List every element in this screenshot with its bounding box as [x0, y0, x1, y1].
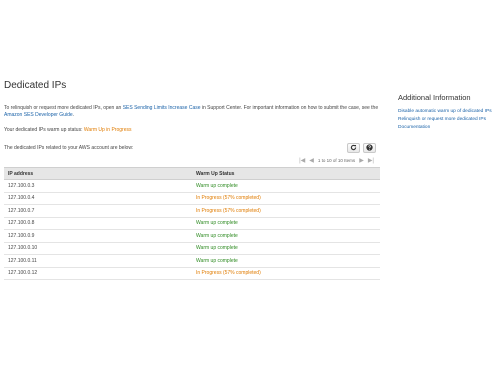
- refresh-button[interactable]: [347, 142, 360, 153]
- warmup-status-value: Warm Up in Progress: [83, 127, 132, 133]
- help-icon: [366, 144, 373, 151]
- warmup-status-label: Your dedicated IPs warm up status:: [4, 127, 83, 133]
- table-row[interactable]: 127.100.0.4 In Progress (57% completed): [4, 192, 380, 205]
- pagination: |◀ ◀ 1 to 10 of 10 Items ▶ ▶|: [4, 154, 380, 167]
- table-row[interactable]: 127.100.0.9 Warm up complete: [4, 229, 380, 243]
- warmup-status-cell: Warm up complete: [196, 254, 380, 268]
- ip-address-column-header[interactable]: IP address: [4, 167, 196, 180]
- last-page-button[interactable]: ▶|: [368, 157, 374, 164]
- warmup-status-cell: Warm up complete: [196, 179, 380, 193]
- table-row[interactable]: 127.100.0.3 Warm up complete: [4, 179, 380, 193]
- warmup-status-cell: In Progress (57% completed): [196, 204, 380, 218]
- main-content: Dedicated IPs To relinquish or request m…: [4, 80, 380, 280]
- list-description: The dedicated IPs related to your AWS ac…: [4, 144, 134, 151]
- ip-address-cell: 127.100.0.4: [4, 192, 196, 205]
- refresh-icon: [350, 144, 357, 151]
- additional-information-panel: Additional Information Disable automatic…: [398, 93, 498, 132]
- intro-prefix: To relinquish or request more dedicated …: [4, 105, 122, 111]
- prev-page-button[interactable]: ◀: [309, 157, 314, 164]
- ip-address-cell: 127.100.0.7: [4, 204, 196, 218]
- sidebar-title: Additional Information: [398, 93, 471, 102]
- next-page-button[interactable]: ▶: [359, 157, 364, 164]
- dedicated-ips-table: IP address Warm Up Status 127.100.0.3 Wa…: [4, 167, 380, 280]
- documentation-link[interactable]: Documentation: [398, 124, 498, 132]
- help-button[interactable]: [363, 142, 376, 153]
- list-header-row: The dedicated IPs related to your AWS ac…: [4, 141, 380, 154]
- ip-address-cell: 127.100.0.8: [4, 217, 196, 230]
- warmup-status-column-header[interactable]: Warm Up Status: [196, 167, 380, 180]
- table-row[interactable]: 127.100.0.7 In Progress (57% completed): [4, 204, 380, 218]
- intro-middle: in Support Center. For important informa…: [201, 105, 379, 111]
- warmup-status-cell: Warm up complete: [196, 242, 380, 255]
- disable-warmup-link[interactable]: Disable automatic warm up of dedicated I…: [398, 108, 498, 116]
- intro-text: To relinquish or request more dedicated …: [4, 105, 380, 119]
- warmup-status-cell: In Progress (57% completed): [196, 192, 380, 205]
- developer-guide-link[interactable]: Amazon SES Developer Guide: [4, 112, 73, 118]
- ip-address-cell: 127.100.0.10: [4, 242, 196, 255]
- table-actions: [344, 142, 380, 153]
- ip-address-cell: 127.100.0.11: [4, 254, 196, 268]
- page-title: Dedicated IPs: [4, 80, 67, 91]
- table-header-row: IP address Warm Up Status: [4, 167, 380, 180]
- table-row[interactable]: 127.100.0.10 Warm up complete: [4, 242, 380, 255]
- sending-limits-case-link[interactable]: SES Sending Limits Increase Case: [123, 105, 201, 111]
- warmup-status: Your dedicated IPs warm up status: Warm …: [4, 127, 380, 133]
- table-row[interactable]: 127.100.0.8 Warm up complete: [4, 217, 380, 230]
- intro-suffix: .: [72, 112, 75, 118]
- warmup-status-cell: Warm up complete: [196, 229, 380, 243]
- warmup-status-cell: In Progress (57% completed): [196, 267, 380, 280]
- first-page-button[interactable]: |◀: [299, 157, 305, 164]
- ip-address-cell: 127.100.0.9: [4, 229, 196, 243]
- ip-address-cell: 127.100.0.3: [4, 179, 196, 193]
- table-row[interactable]: 127.100.0.12 In Progress (57% completed): [4, 267, 380, 280]
- relinquish-request-link[interactable]: Relinquish or request more dedicated IPs: [398, 116, 498, 124]
- pagination-text: 1 to 10 of 10 Items: [317, 158, 356, 163]
- ip-address-cell: 127.100.0.12: [4, 267, 196, 280]
- table-row[interactable]: 127.100.0.11 Warm up complete: [4, 254, 380, 268]
- warmup-status-cell: Warm up complete: [196, 217, 380, 230]
